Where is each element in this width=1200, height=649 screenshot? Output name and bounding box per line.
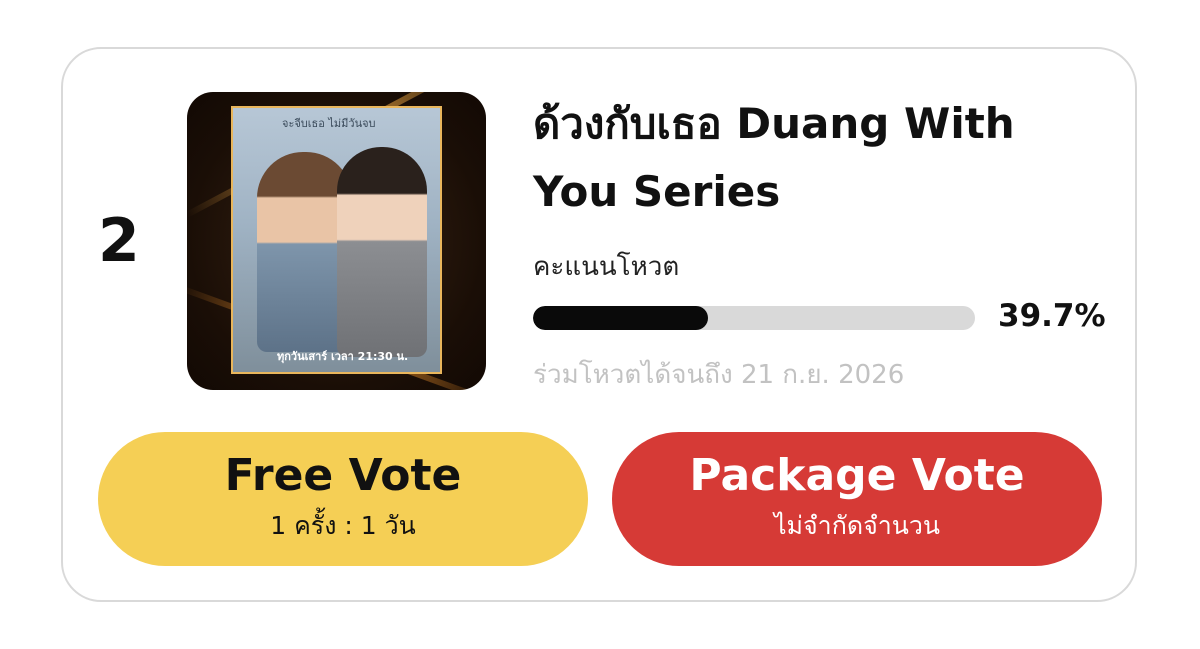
package-vote-limit: ไม่จำกัดจำนวน <box>773 511 940 540</box>
free-vote-limit: 1 ครั้ง : 1 วัน <box>270 511 416 540</box>
free-vote-label: Free Vote <box>224 450 462 501</box>
poster-actor-right <box>337 147 427 357</box>
poster-tagline: จะจีบเธอ ไม่มีวันจบ <box>282 117 376 130</box>
series-poster-image: จะจีบเธอ ไม่มีวันจบ ทุกวันเสาร์ เวลา 21:… <box>187 92 486 390</box>
vote-deadline: ร่วมโหวตได้จนถึง 21 ก.ย. 2026 <box>533 360 905 390</box>
series-title: ด้วงกับเธอ Duang With You Series <box>533 99 1015 216</box>
vote-percentage: 39.7% <box>998 298 1106 334</box>
rank-number: 2 <box>98 206 140 276</box>
vote-score-label: คะแนนโหวต <box>533 252 680 282</box>
vote-progress-bar <box>533 306 975 330</box>
free-vote-button[interactable]: Free Vote 1 ครั้ง : 1 วัน <box>98 432 588 566</box>
package-vote-label: Package Vote <box>689 450 1025 501</box>
vote-progress-fill <box>533 306 709 330</box>
package-vote-button[interactable]: Package Vote ไม่จำกัดจำนวน <box>612 432 1102 566</box>
poster-air-info: ทุกวันเสาร์ เวลา 21:30 น. <box>277 350 409 363</box>
